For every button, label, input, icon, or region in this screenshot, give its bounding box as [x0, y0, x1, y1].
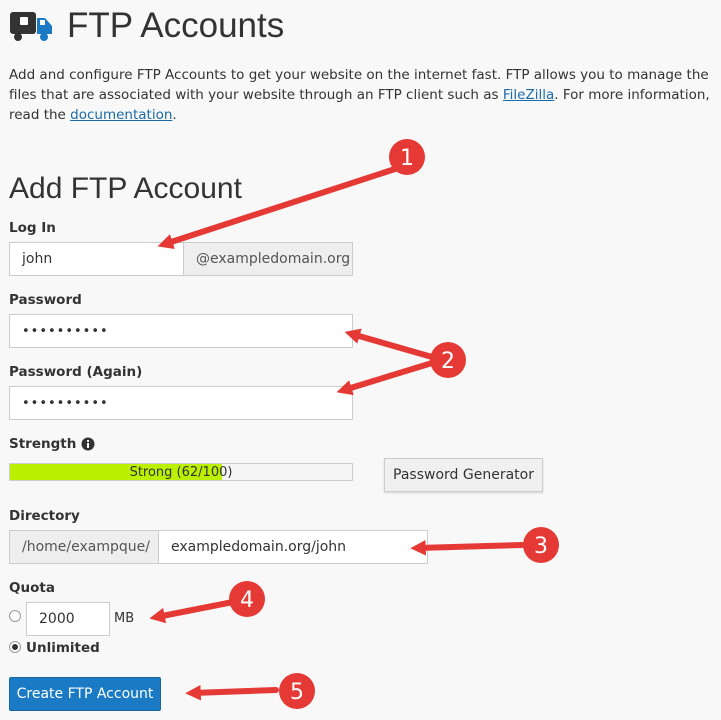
login-label: Log In: [9, 220, 56, 236]
info-icon[interactable]: [81, 437, 95, 451]
directory-prefix-addon: /home/exampque/: [9, 530, 159, 564]
password-generator-button[interactable]: Password Generator: [384, 458, 543, 492]
directory-input[interactable]: exampledomain.org/john: [158, 530, 428, 564]
quota-unlimited-radio[interactable]: [9, 641, 21, 653]
annotation-arrow-2b: [336, 360, 435, 396]
svg-text:3: 3: [534, 534, 548, 559]
annotation-badge-4: 4: [229, 581, 265, 617]
password-label: Password: [9, 292, 82, 308]
password-again-input[interactable]: ••••••••••: [9, 386, 353, 420]
unlimited-label: Unlimited: [26, 640, 100, 656]
svg-text:4: 4: [240, 588, 254, 613]
quota-limited-radio[interactable]: [9, 610, 21, 622]
annotation-arrow-5: [185, 684, 279, 701]
annotation-arrow-3: [410, 539, 525, 556]
create-ftp-account-button[interactable]: Create FTP Account: [9, 677, 161, 711]
quota-input[interactable]: 2000: [26, 602, 110, 636]
strength-label-group: Strength: [9, 436, 95, 452]
strength-meter: Strong (62/100): [9, 463, 353, 481]
directory-label: Directory: [9, 508, 80, 524]
page-description: Add and configure FTP Accounts to get yo…: [9, 65, 714, 125]
annotation-badge-5: 5: [279, 673, 315, 709]
description-text-end: .: [172, 107, 177, 123]
documentation-link[interactable]: documentation: [70, 107, 172, 123]
annotation-badge-2: 2: [430, 342, 466, 378]
page-title: FTP Accounts: [67, 6, 285, 45]
quota-label: Quota: [9, 580, 55, 596]
page-header: FTP Accounts: [9, 6, 284, 46]
strength-text: Strong (62/100): [129, 464, 233, 480]
login-input[interactable]: john: [9, 242, 184, 276]
quota-unit: MB: [114, 611, 135, 626]
login-domain-addon: @exampledomain.org: [183, 242, 353, 276]
annotation-badge-1: 1: [389, 139, 425, 175]
password-input[interactable]: ••••••••••: [9, 314, 353, 348]
ftp-truck-icon: [9, 6, 57, 46]
annotation-badge-3: 3: [523, 527, 559, 563]
svg-text:1: 1: [400, 146, 414, 171]
annotation-arrow-4: [149, 599, 236, 624]
svg-text:2: 2: [441, 349, 455, 374]
filezilla-link[interactable]: FileZilla: [503, 87, 554, 103]
annotation-arrow-2a: [344, 328, 435, 360]
password-again-label: Password (Again): [9, 364, 143, 380]
section-title: Add FTP Account: [9, 172, 242, 205]
strength-label: Strength: [9, 436, 77, 452]
svg-text:5: 5: [290, 680, 304, 705]
